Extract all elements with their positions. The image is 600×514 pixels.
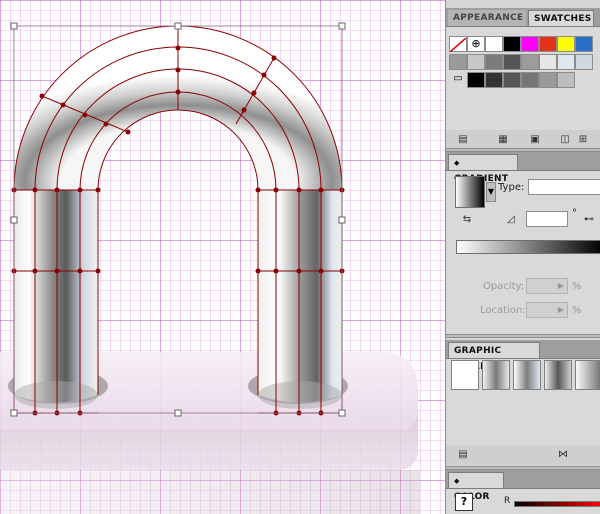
gradient-preview-dropdown-icon[interactable]: ▼ — [486, 182, 496, 202]
location-percent: % — [572, 305, 582, 316]
swatch-dark-3[interactable] — [521, 72, 539, 88]
swatch-libraries-icon[interactable]: ▤ — [456, 134, 470, 146]
swatch-gray-1[interactable] — [449, 54, 467, 70]
swatch-registration[interactable]: ⊕ — [467, 36, 485, 52]
graphic-styles-panel: GRAPHIC STYLES ▤ ⋈ — [446, 340, 600, 465]
tab-graphic-styles[interactable]: GRAPHIC STYLES — [448, 342, 540, 372]
pipe-left-leg — [14, 190, 98, 403]
swatch-gray-6[interactable] — [539, 54, 557, 70]
location-dropdown-icon: ▶ — [557, 305, 565, 314]
graphic-styles-footer: ▤ ⋈ — [446, 445, 600, 465]
gradient-tabbar: ◆ GRADIENT — [446, 152, 600, 184]
gradient-type-label: Type: — [498, 182, 525, 193]
color-tabbar: ◆ COLOR — [446, 470, 600, 502]
swatch-folder[interactable]: ▭ — [449, 72, 467, 88]
graphic-style-2[interactable] — [513, 360, 541, 390]
swatch-dark-2[interactable] — [503, 72, 521, 88]
red-channel-slider[interactable] — [514, 501, 600, 507]
gradient-angle-field[interactable] — [526, 211, 568, 227]
panel-divider-2[interactable] — [446, 334, 600, 338]
show-swatch-kinds-icon[interactable]: ▦ — [496, 134, 510, 146]
color-panel: ◆ COLOR ? R — [446, 470, 600, 514]
tab-swatches[interactable]: SWATCHES — [528, 10, 594, 26]
swatch-white[interactable] — [485, 36, 503, 52]
gradient-collapse-icon[interactable]: ◆ — [454, 159, 460, 167]
opacity-label: Opacity: — [483, 281, 525, 292]
swatch-mid-1[interactable] — [539, 72, 557, 88]
swatch-red[interactable] — [539, 36, 557, 52]
break-link-icon[interactable]: ⋈ — [556, 449, 570, 461]
red-channel-label: R — [504, 496, 511, 506]
artwork — [0, 0, 445, 514]
gradient-type-select[interactable] — [528, 179, 600, 195]
swatch-gray-4[interactable] — [503, 54, 521, 70]
swatch-light-gray[interactable] — [575, 54, 593, 70]
gradient-slider-bar[interactable] — [456, 240, 600, 254]
swatches-tabbar: APPEARANCE SWATCHES — [446, 8, 600, 27]
tab-appearance[interactable]: APPEARANCE — [448, 10, 526, 26]
swatch-mid-2[interactable] — [557, 72, 575, 88]
graphic-style-1[interactable] — [482, 360, 510, 390]
angle-icon: ◿ — [507, 214, 515, 225]
new-swatch-icon[interactable]: ⊞ — [576, 134, 590, 146]
tab-color[interactable]: ◆ COLOR — [448, 472, 504, 502]
swatch-magenta[interactable] — [521, 36, 539, 52]
swatches-panel: APPEARANCE SWATCHES ⊕ ▭ ▤ ▦ ▣ ◫ ⊞ — [446, 8, 600, 150]
swatch-black[interactable] — [503, 36, 521, 52]
swatch-yellow[interactable] — [557, 36, 575, 52]
swatches-footer: ▤ ▦ ▣ ◫ ⊞ — [446, 130, 600, 150]
swatch-black-2[interactable] — [467, 72, 485, 88]
graphic-style-4[interactable] — [575, 360, 600, 390]
reverse-gradient-icon[interactable]: ⇆ — [460, 214, 474, 226]
aspect-ratio-icon: ⊷ — [584, 214, 594, 225]
swatch-options-icon[interactable]: ▣ — [528, 134, 542, 146]
swatch-gray-5[interactable] — [521, 54, 539, 70]
fill-stroke-icon[interactable]: ? — [455, 493, 473, 511]
artboard-canvas[interactable] — [0, 0, 445, 514]
degree-symbol: ° — [572, 208, 577, 219]
color-collapse-icon[interactable]: ◆ — [454, 477, 460, 485]
swatch-light-blue[interactable] — [557, 54, 575, 70]
swatch-gray-3[interactable] — [485, 54, 503, 70]
gradient-panel: ◆ GRADIENT ▼ Type: ⇆ ◿ ° ⊷ Opacity: ▶ % … — [446, 152, 600, 332]
swatch-none[interactable] — [449, 36, 467, 53]
panel-dock: APPEARANCE SWATCHES ⊕ ▭ ▤ ▦ ▣ ◫ ⊞ ◆ ▼ Ty… — [445, 0, 600, 514]
tab-gradient[interactable]: ◆ GRADIENT — [448, 154, 518, 184]
graphic-style-libraries-icon[interactable]: ▤ — [456, 449, 470, 461]
opacity-dropdown-icon: ▶ — [557, 281, 565, 290]
graphic-style-3[interactable] — [544, 360, 572, 390]
graphic-styles-tabbar: GRAPHIC STYLES — [446, 340, 600, 372]
gradient-preview-swatch[interactable] — [455, 176, 485, 208]
swatch-dark-1[interactable] — [485, 72, 503, 88]
swatch-blue[interactable] — [575, 36, 593, 52]
pipe-right-leg — [258, 190, 342, 403]
location-label: Location: — [480, 305, 526, 316]
swatch-gray-2[interactable] — [467, 54, 485, 70]
new-color-group-icon[interactable]: ◫ — [558, 134, 572, 146]
graphic-style-default[interactable] — [451, 360, 479, 390]
opacity-percent: % — [572, 281, 582, 292]
